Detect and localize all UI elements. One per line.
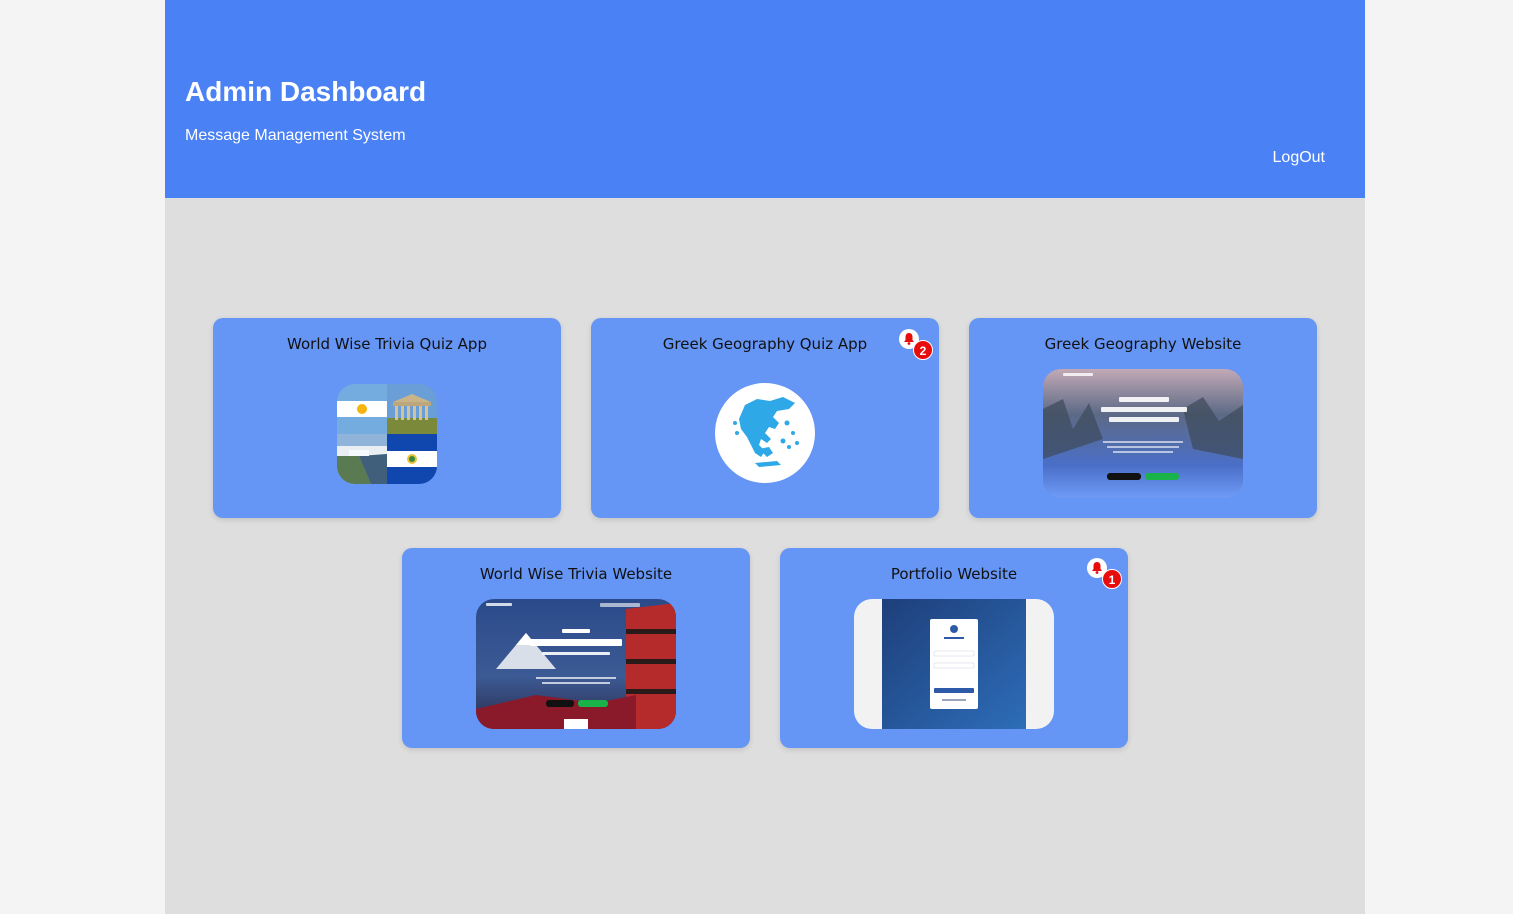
flags-collage-icon (337, 384, 437, 484)
app-card-world-wise-trivia-quiz[interactable]: World Wise Trivia Quiz App (213, 318, 561, 518)
app-card-title: Portfolio Website (890, 565, 1018, 583)
website-screenshot (476, 599, 676, 729)
app-card-portfolio-website[interactable]: Portfolio Website 1 (780, 548, 1128, 748)
login-screenshot (854, 599, 1054, 729)
app-card-greek-geography-website[interactable]: Greek Geography Website (969, 318, 1317, 518)
notification-count-badge: 2 (913, 340, 933, 360)
header: Admin Dashboard Message Management Syste… (165, 0, 1365, 198)
app-card-title: World Wise Trivia Quiz App (287, 335, 487, 353)
app-card-title: World Wise Trivia Website (479, 565, 673, 583)
page-title: Admin Dashboard (185, 76, 427, 107)
dashboard-page: Admin Dashboard Message Management Syste… (165, 0, 1365, 914)
greece-map-icon (715, 383, 815, 483)
page-subtitle: Message Management System (185, 127, 406, 144)
logout-button[interactable]: LogOut (1273, 149, 1325, 167)
website-screenshot (1043, 369, 1243, 498)
app-card-greek-geography-quiz[interactable]: Greek Geography Quiz App 2 (591, 318, 939, 518)
app-card-title: Greek Geography Quiz App (662, 335, 868, 353)
notification-count-badge: 1 (1102, 569, 1122, 589)
app-card-world-wise-trivia-website[interactable]: World Wise Trivia Website (402, 548, 750, 748)
app-card-title: Greek Geography Website (1044, 335, 1242, 353)
